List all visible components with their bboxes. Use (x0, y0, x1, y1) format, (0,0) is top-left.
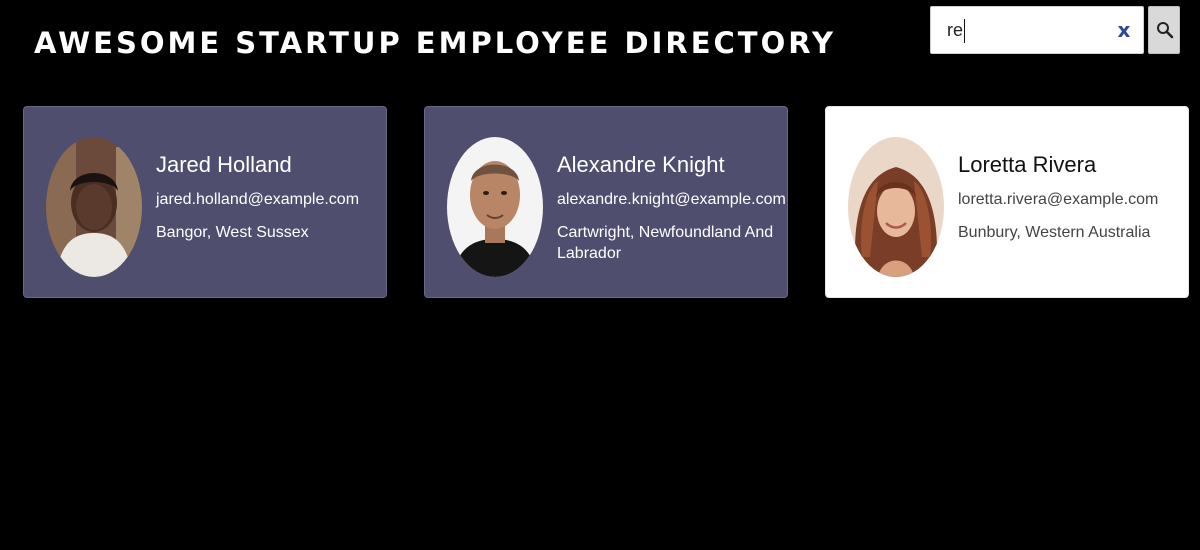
avatar (46, 137, 142, 277)
employee-name: Loretta Rivera (958, 152, 1097, 177)
search-box[interactable]: x (930, 6, 1144, 54)
employee-location: Cartwright, Newfoundland And Labrador (557, 224, 774, 262)
employee-email: jared.holland@example.com (156, 191, 360, 208)
avatar (447, 137, 543, 277)
text-cursor (964, 19, 965, 43)
avatar (848, 137, 944, 277)
page-title: AWESOME STARTUP EMPLOYEE DIRECTORY (34, 26, 836, 60)
search-icon (1157, 22, 1174, 39)
search-input[interactable] (947, 16, 1107, 44)
employee-location: Bangor, West Sussex (156, 224, 309, 241)
search-button[interactable] (1148, 6, 1180, 54)
employee-info: Loretta Rivera loretta.rivera@example.co… (958, 151, 1180, 243)
employee-location: Bunbury, Western Australia (958, 224, 1151, 241)
employee-name: Jared Holland (156, 152, 292, 177)
employee-email: loretta.rivera@example.com (958, 191, 1159, 208)
employee-card[interactable]: Jared Holland jared.holland@example.com … (23, 106, 387, 298)
employee-card-selected[interactable]: Loretta Rivera loretta.rivera@example.co… (825, 106, 1189, 298)
employee-name: Alexandre Knight (557, 152, 725, 177)
directory-page: AWESOME STARTUP EMPLOYEE DIRECTORY x (0, 0, 1200, 550)
search-form: x (930, 6, 1180, 54)
clear-search-x-icon[interactable]: x (1111, 16, 1137, 44)
employee-info: Jared Holland jared.holland@example.com … (156, 151, 378, 243)
employee-email: alexandre.knight@example.com (557, 191, 786, 208)
employee-card[interactable]: Alexandre Knight alexandre.knight@exampl… (424, 106, 788, 298)
employee-info: Alexandre Knight alexandre.knight@exampl… (557, 151, 786, 264)
